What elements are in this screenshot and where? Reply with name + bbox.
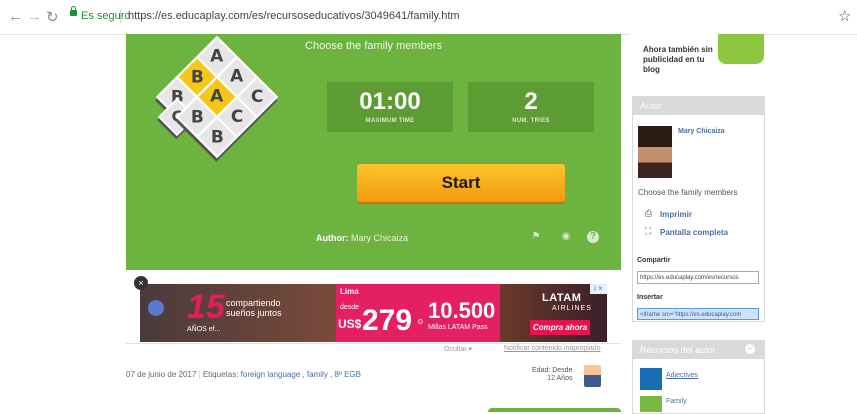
hide-ad-link[interactable]: Ocultar ▾ (444, 345, 472, 353)
timer-box: 01:00 MAXIMUM TIME (327, 82, 453, 132)
share-icon[interactable]: ◉ (560, 231, 572, 243)
game-panel: Choose the family members A B A B A C C … (126, 34, 621, 270)
fullscreen-link[interactable]: Pantalla completa (660, 228, 728, 237)
ad-city: Lima (340, 287, 359, 296)
ad-anniversary-number: 15 (187, 288, 225, 326)
help-icon[interactable]: ? (587, 231, 599, 243)
author-prefix: Author: (316, 233, 349, 243)
publish-date: 07 de junio de 2017 (126, 370, 197, 379)
arrow-left-icon[interactable]: ← (8, 8, 23, 25)
promo-text[interactable]: Ahora también sin publicidad en tu blog (643, 45, 713, 75)
globe-icon (148, 300, 164, 316)
tries-label: NUM. TRIES (512, 118, 550, 124)
timer-label: MAXIMUM TIME (365, 118, 415, 124)
ad-cta-button[interactable]: Compra ahora (530, 320, 590, 335)
age-range: Edad: Desde 12 Años (532, 367, 572, 383)
ad-miles-label: Millas LATAM Pass (428, 324, 488, 331)
browser-toolbar: ← → ↻ Es seguro https://es.educaplay.com… (0, 0, 857, 35)
url-text[interactable]: https://es.educaplay.com/es/recursoseduc… (128, 10, 460, 22)
lock-icon (70, 6, 77, 16)
ad-currency: US$ (338, 317, 362, 331)
abc-logo: A B A B A C C B C B (126, 34, 279, 174)
bottom-strip (126, 404, 621, 412)
age-avatar (584, 365, 601, 387)
tags-label: Etiquetas: (202, 370, 239, 379)
start-button[interactable]: Start (357, 164, 565, 202)
share-url-field[interactable]: https://es.educaplay.com/es/recursos (637, 271, 759, 284)
tries-box: 2 NUM. TRIES (468, 82, 594, 132)
ad-banner[interactable]: 15 AÑOS ef... compartiendo sueños juntos… (140, 284, 607, 342)
ad-from: desde (340, 304, 360, 311)
close-icon[interactable]: × (134, 276, 148, 290)
ad-brand-sub: AIRLINES (552, 305, 592, 312)
timer-value: 01:00 (359, 88, 421, 115)
promo-icon (718, 34, 764, 64)
secure-label: Es seguro (81, 10, 131, 22)
fullscreen-icon[interactable]: ⛶ (645, 226, 651, 237)
print-icon[interactable]: ⎙ (645, 208, 652, 219)
ad-slogan: compartiendo sueños juntos (226, 298, 282, 318)
author-name[interactable]: Mary Chicaiza (351, 233, 408, 243)
activity-meta: 07 de junio de 2017 | Etiquetas: foreign… (126, 370, 361, 379)
sidebar-author-name[interactable]: Mary Chicaiza (678, 128, 725, 135)
resource-thumbnail[interactable] (640, 396, 662, 412)
age-line-2: 12 Años (547, 375, 573, 382)
ad-price: 279 (362, 304, 413, 337)
author-photo[interactable] (638, 126, 672, 178)
ad-info-icon[interactable]: i × (590, 284, 607, 294)
collapse-icon[interactable]: – (745, 344, 755, 354)
print-link[interactable]: Imprimir (660, 210, 692, 219)
ad-anniversary-label: AÑOS ef... (187, 326, 221, 333)
activity-description: Choose the family members (638, 188, 738, 197)
author-panel-title: Autor (633, 97, 764, 115)
star-icon[interactable]: ☆ (838, 7, 851, 25)
share-label: Compartir (637, 257, 671, 264)
embed-code-field[interactable]: <iframe src="https://es.educaplay.com (637, 308, 759, 320)
reload-icon[interactable]: ↻ (46, 8, 59, 26)
age-line-1: Edad: Desde (532, 367, 573, 374)
resource-link[interactable]: Family (666, 398, 687, 405)
ad-brand: LATAM (542, 292, 582, 304)
green-tab (488, 408, 621, 412)
report-ad-link[interactable]: Notificar contenido inapropiado (504, 345, 601, 352)
ad-or: o (418, 316, 424, 326)
resource-link[interactable]: Adjectives (666, 372, 698, 379)
game-author: Author: Mary Chicaiza (316, 233, 408, 243)
tags-links[interactable]: foreign language , family , 8º EGB (241, 370, 361, 379)
ad-footer: Ocultar ▾ Notificar contenido inapropiad… (126, 343, 621, 356)
url-separator (120, 9, 121, 23)
ad-miles-value: 10.500 (428, 298, 496, 323)
embed-label: Insertar (637, 294, 663, 301)
flag-icon[interactable]: ⚑ (530, 231, 542, 243)
arrow-right-icon[interactable]: → (27, 8, 42, 25)
resource-thumbnail[interactable] (640, 368, 662, 390)
tries-value: 2 (524, 88, 538, 115)
